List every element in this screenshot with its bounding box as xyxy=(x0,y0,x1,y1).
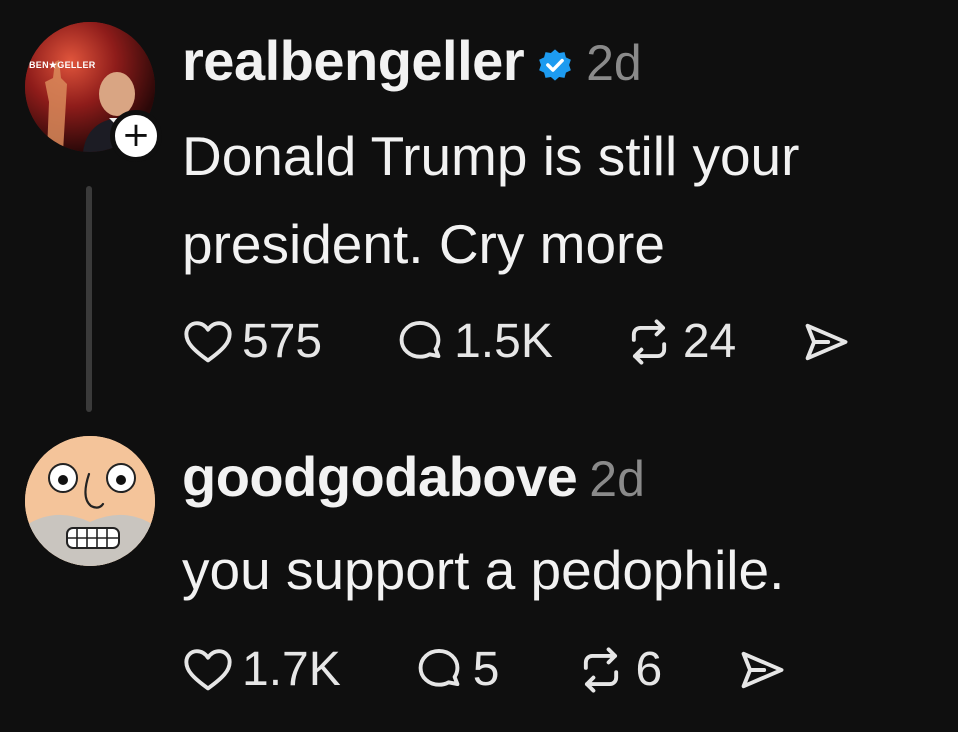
timestamp: 2d xyxy=(586,35,642,91)
reply-button[interactable]: 5 xyxy=(413,642,500,697)
username[interactable]: realbengeller xyxy=(182,28,525,93)
share-button[interactable] xyxy=(736,644,796,696)
heart-icon xyxy=(184,320,232,362)
thread-line xyxy=(86,186,92,412)
timestamp: 2d xyxy=(589,451,645,507)
verified-badge-icon xyxy=(539,48,571,81)
speech-bubble-icon xyxy=(418,648,460,687)
like-count: 1.7K xyxy=(242,643,341,696)
repost-count: 24 xyxy=(682,315,737,368)
avatar-logo-text: BEN★GELLER xyxy=(29,60,96,70)
like-button[interactable]: 575 xyxy=(182,314,322,369)
like-count: 575 xyxy=(242,315,323,368)
action-bar: 575 1.5K 24 xyxy=(182,314,860,369)
post-header: realbengeller 2d xyxy=(182,28,642,93)
reply-count: 5 xyxy=(472,643,500,696)
reply-count: 1.5K xyxy=(454,315,553,368)
follow-button[interactable]: + xyxy=(110,110,162,162)
repost-arrows-icon xyxy=(631,318,666,365)
post-text: you support a pedophile. xyxy=(182,539,785,601)
heart-icon xyxy=(184,648,232,690)
avatar-image xyxy=(25,436,155,566)
repost-button[interactable]: 6 xyxy=(575,642,662,697)
post-text: Donald Trump is still your president. Cr… xyxy=(182,125,800,275)
plus-icon: + xyxy=(121,115,151,155)
post: goodgodabove 2d you support a pedophile.… xyxy=(0,420,958,732)
send-icon xyxy=(805,323,848,360)
avatar[interactable] xyxy=(25,436,155,566)
reply-button[interactable]: 1.5K xyxy=(394,314,553,369)
post: BEN★GELLER + realbengeller 2d Donald Tru… xyxy=(0,0,958,420)
action-bar: 1.7K 5 6 xyxy=(182,642,796,697)
speech-bubble-icon xyxy=(399,320,441,359)
send-icon xyxy=(741,651,784,688)
repost-arrows-icon xyxy=(584,646,619,693)
like-button[interactable]: 1.7K xyxy=(182,642,341,697)
username[interactable]: goodgodabove xyxy=(182,444,578,509)
repost-count: 6 xyxy=(635,643,663,696)
share-button[interactable] xyxy=(800,316,860,368)
repost-button[interactable]: 24 xyxy=(623,314,736,369)
post-header: goodgodabove 2d xyxy=(182,444,645,509)
